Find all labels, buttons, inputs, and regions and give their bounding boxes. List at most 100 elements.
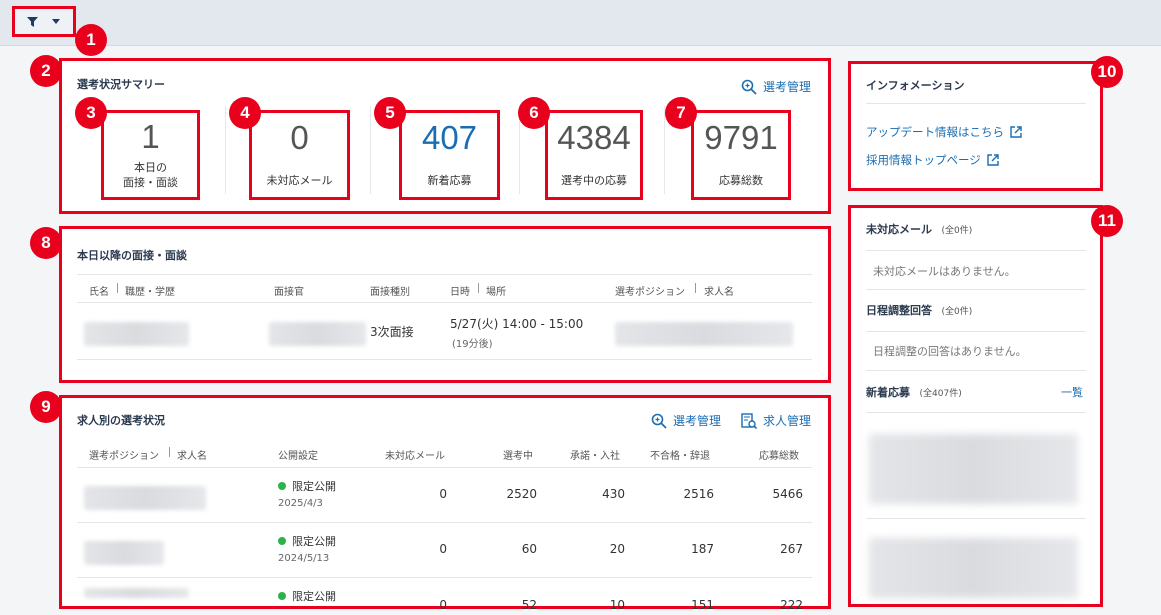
new-application-card-redacted[interactable] xyxy=(869,434,1078,504)
col-datetime: 日時 xyxy=(450,287,470,298)
rejected-count: 187 xyxy=(691,542,714,556)
schedule-empty: 日程調整の回答はありません。 xyxy=(873,345,1027,358)
top-toolbar xyxy=(0,0,1161,46)
accepted-count: 430 xyxy=(602,487,625,501)
search-icon xyxy=(651,413,667,429)
col-name: 氏名 xyxy=(89,287,109,298)
callout-1: 1 xyxy=(75,24,107,56)
stat-value: 407 xyxy=(421,119,478,157)
col-career: 職歴・学歴 xyxy=(125,287,175,298)
status-dot-icon xyxy=(278,592,286,600)
jobs-manage-label: 選考管理 xyxy=(673,414,722,428)
search-icon xyxy=(741,79,757,95)
info-title: インフォメーション xyxy=(866,79,965,92)
new-applications-heading: 新着応募 (全407件) xyxy=(866,386,962,399)
external-link-icon xyxy=(987,154,999,166)
stat-label: 本日の 面接・面談 xyxy=(123,160,178,189)
col-rejected: 不合格・辞退 xyxy=(650,451,710,462)
accepted-count: 10 xyxy=(609,598,625,612)
external-link-icon xyxy=(1010,126,1022,138)
total-count: 222 xyxy=(780,598,803,612)
callout-11: 11 xyxy=(1091,205,1123,237)
divider xyxy=(77,467,812,468)
summary-manage-link[interactable]: 選考管理 xyxy=(741,78,811,95)
filter-button[interactable] xyxy=(12,6,76,37)
interview-type: 3次面接 xyxy=(370,325,414,339)
stat-total-applications[interactable]: 9791 応募総数 xyxy=(691,110,791,200)
information-panel: インフォメーション アップデート情報はこちら 採用情報トップページ xyxy=(848,61,1103,191)
activity-panel: 未対応メール (全0件) 未対応メールはありません。 日程調整回答 (全0件) … xyxy=(848,205,1103,607)
filter-icon xyxy=(27,16,38,27)
callout-4: 4 xyxy=(229,97,261,129)
col-type: 面接種別 xyxy=(370,287,410,298)
callout-10: 10 xyxy=(1091,56,1123,88)
total-count: 267 xyxy=(780,542,803,556)
divider xyxy=(77,274,812,275)
interview-relative-time: (19分後) xyxy=(452,339,493,350)
active-count: 2520 xyxy=(506,487,537,501)
interviews-title: 本日以降の面接・面談 xyxy=(77,249,187,262)
callout-2: 2 xyxy=(30,55,62,87)
callout-8: 8 xyxy=(30,227,62,259)
callout-6: 6 xyxy=(518,97,550,129)
jobs-job-link[interactable]: 求人管理 xyxy=(741,412,811,429)
stat-value: 0 xyxy=(290,119,309,157)
stat-label: 新着応募 xyxy=(427,174,472,188)
divider xyxy=(77,302,812,303)
separator xyxy=(169,447,170,457)
recruit-top-link[interactable]: 採用情報トップページ xyxy=(866,152,999,168)
interviewer-redacted xyxy=(269,322,366,346)
stat-today-interviews[interactable]: 1 本日の 面接・面談 xyxy=(101,110,200,200)
publish-date: 2025/4/3 xyxy=(278,498,323,509)
publish-status: 限定公開 xyxy=(278,478,336,494)
summary-manage-label: 選考管理 xyxy=(763,80,812,94)
separator xyxy=(478,283,479,293)
status-dot-icon xyxy=(278,482,286,490)
stat-new-applications[interactable]: 407 新着応募 xyxy=(399,110,500,200)
col-position: 選考ポジション xyxy=(615,287,685,298)
callout-5: 5 xyxy=(374,97,406,129)
job-name-redacted xyxy=(84,486,206,510)
callout-7: 7 xyxy=(665,97,697,129)
divider xyxy=(866,250,1086,251)
divider xyxy=(866,518,1086,519)
divider xyxy=(866,289,1086,290)
unread-mail-empty: 未対応メールはありません。 xyxy=(873,265,1016,278)
rejected-count: 151 xyxy=(691,598,714,612)
jobs-manage-link[interactable]: 選考管理 xyxy=(651,412,721,429)
rejected-count: 2516 xyxy=(683,487,714,501)
position-redacted xyxy=(615,322,793,346)
interview-datetime: 5/27(火) 14:00 - 15:00 xyxy=(450,317,584,331)
separator xyxy=(117,283,118,293)
stat-in-progress[interactable]: 4384 選考中の応募 xyxy=(545,110,643,200)
summary-panel: 選考状況サマリー 選考管理 1 本日の 面接・面談 0 未対応メール 407 新着… xyxy=(59,58,831,214)
col-job: 求人名 xyxy=(704,287,734,298)
summary-title: 選考状況サマリー xyxy=(77,78,165,91)
active-count: 60 xyxy=(521,542,537,556)
col-unread: 未対応メール xyxy=(385,451,445,462)
jobs-panel: 求人別の選考状況 選考管理 求人管理 選考ポジション 求人名 公開設定 未対応メ… xyxy=(59,395,831,612)
stat-unread-mail[interactable]: 0 未対応メール xyxy=(249,110,350,200)
col-total: 応募総数 xyxy=(759,451,799,462)
publish-status: 限定公開 xyxy=(278,533,336,549)
schedule-heading: 日程調整回答 (全0件) xyxy=(866,304,973,317)
active-count: 52 xyxy=(521,598,537,612)
unread-count: 0 xyxy=(439,487,447,501)
accepted-count: 20 xyxy=(609,542,625,556)
update-info-link[interactable]: アップデート情報はこちら xyxy=(866,124,1022,140)
callout-3: 3 xyxy=(75,97,107,129)
publish-date: 2024/5/13 xyxy=(278,553,330,564)
stat-value: 1 xyxy=(141,117,160,155)
col-pub: 公開設定 xyxy=(278,451,318,462)
stat-value: 9791 xyxy=(704,119,778,157)
stat-label: 選考中の応募 xyxy=(561,174,627,188)
interviews-panel: 本日以降の面接・面談 氏名 職歴・学歴 面接官 面接種別 日時 場所 選考ポジシ… xyxy=(59,226,831,383)
divider xyxy=(77,522,812,523)
col-interviewer: 面接官 xyxy=(274,287,304,298)
new-applications-list-link[interactable]: 一覧 xyxy=(1061,384,1083,400)
col-place: 場所 xyxy=(486,287,506,298)
divider xyxy=(866,370,1086,371)
new-application-card-redacted[interactable] xyxy=(869,538,1078,598)
divider xyxy=(77,359,812,360)
unread-count: 0 xyxy=(439,598,447,612)
